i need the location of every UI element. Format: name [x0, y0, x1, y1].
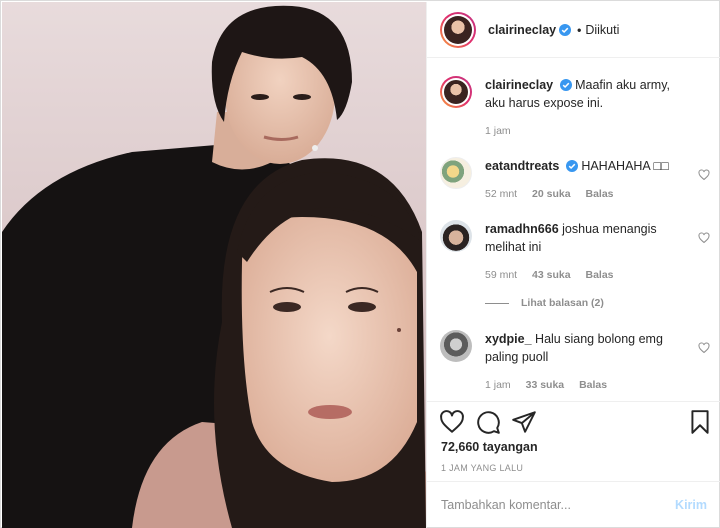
post-side-panel: clairineclay • Diikuti clairineclay Maaf… [426, 2, 720, 528]
post-actions: 72,660 tayangan 1 JAM YANG LALU [427, 401, 720, 481]
verified-badge-icon [559, 23, 572, 36]
comment-input[interactable] [441, 498, 676, 512]
caption-avatar[interactable] [440, 76, 472, 108]
comment-likes[interactable]: 33 suka [526, 379, 565, 391]
view-replies-label: Lihat balasan (2) [521, 297, 604, 309]
comment-avatar[interactable] [440, 330, 472, 362]
replies-divider [485, 302, 509, 304]
comment-time[interactable]: 1 jam [485, 379, 511, 391]
like-comment-heart-icon[interactable] [698, 232, 710, 244]
like-comment-heart-icon[interactable] [698, 342, 710, 354]
comment-icon[interactable] [475, 409, 501, 435]
author-username[interactable]: clairineclay [488, 23, 556, 37]
view-replies-button[interactable]: Lihat balasan (2) [485, 297, 604, 309]
post-video[interactable] [2, 2, 426, 528]
video-frame-illustration [2, 2, 426, 528]
comment-likes[interactable]: 43 suka [532, 269, 571, 281]
follow-status-button[interactable]: Diikuti [585, 23, 619, 37]
reply-button[interactable]: Balas [579, 379, 607, 391]
comment-meta: 52 mnt 20 suka Balas [485, 185, 690, 203]
caption-meta: 1 jam [485, 122, 690, 140]
comment-meta: 1 jam 33 suka Balas [485, 376, 690, 394]
post-comment-button[interactable]: Kirim [675, 498, 707, 512]
comment-meta: 59 mnt 43 suka Balas [485, 266, 690, 284]
comment-likes[interactable]: 20 suka [532, 188, 571, 200]
comment-text: HAHAHAHA □□ [581, 159, 669, 173]
post-header: clairineclay • Diikuti [427, 2, 720, 58]
share-icon[interactable] [511, 409, 537, 435]
comment-username[interactable]: ramadhn666 [485, 222, 559, 236]
comment-time[interactable]: 59 mnt [485, 269, 517, 281]
comment-username[interactable]: xydpie_ [485, 332, 532, 346]
comment-time[interactable]: 52 mnt [485, 188, 517, 200]
post-timestamp[interactable]: 1 JAM YANG LALU [441, 463, 523, 473]
bookmark-icon[interactable] [687, 409, 713, 435]
comment-avatar[interactable] [440, 157, 472, 189]
like-comment-heart-icon[interactable] [698, 169, 710, 181]
comment-composer: Kirim [427, 481, 720, 528]
view-count[interactable]: 72,660 tayangan [441, 440, 538, 454]
post-dialog: clairineclay • Diikuti clairineclay Maaf… [0, 0, 720, 528]
comment-username[interactable]: eatandtreats [485, 159, 559, 173]
verified-badge-icon [565, 160, 578, 172]
heart-icon[interactable] [439, 409, 465, 435]
separator-dot: • [577, 22, 582, 37]
caption-time[interactable]: 1 jam [485, 125, 511, 137]
reply-button[interactable]: Balas [585, 188, 613, 200]
comment-avatar[interactable] [440, 220, 472, 252]
reply-button[interactable]: Balas [585, 269, 613, 281]
caption-username[interactable]: clairineclay [485, 78, 553, 92]
verified-badge-icon [559, 79, 572, 91]
author-avatar[interactable] [440, 11, 476, 48]
comments-list: clairineclay Maafin aku army, aku harus … [427, 59, 720, 401]
